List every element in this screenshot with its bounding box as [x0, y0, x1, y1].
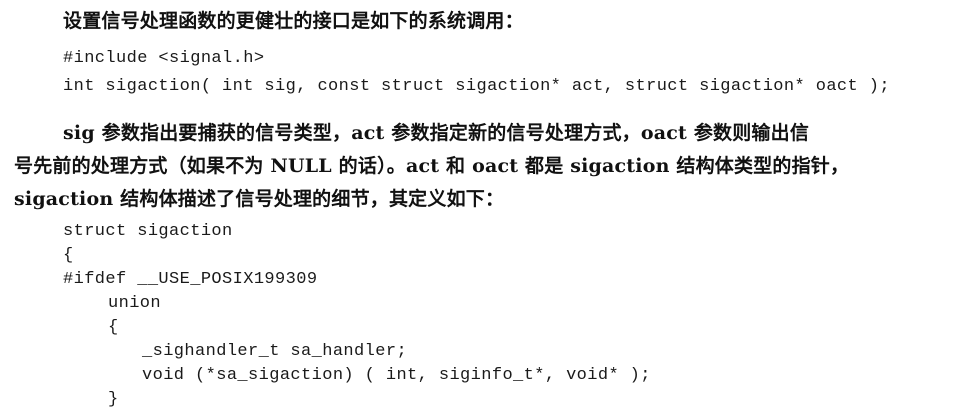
code-struct-decl: struct sigaction [63, 222, 233, 241]
document-page: 设置信号处理函数的更健壮的接口是如下的系统调用： #include <signa… [0, 0, 969, 416]
code-union-open-brace: { [108, 318, 119, 337]
code-sa-sigaction: void (*sa_sigaction) ( int, siginfo_t*, … [142, 366, 651, 385]
intro-paragraph: 设置信号处理函数的更健壮的接口是如下的系统调用： [63, 10, 524, 32]
code-sa-handler: _sighandler_t sa_handler; [142, 342, 408, 361]
description-line-3: sigaction 结构体描述了信号处理的细节，其定义如下： [14, 188, 505, 210]
code-ifdef: #ifdef __USE_POSIX199309 [63, 270, 318, 289]
description-line-1: sig 参数指出要捕获的信号类型，act 参数指定新的信号处理方式，oact 参… [63, 122, 810, 144]
code-open-brace: { [63, 246, 74, 265]
code-sigaction-prototype: int sigaction( int sig, const struct sig… [63, 77, 890, 96]
code-union-close-brace: } [108, 390, 119, 409]
description-line-2: 号先前的处理方式（如果不为 NULL 的话）。act 和 oact 都是 sig… [14, 155, 850, 177]
code-union: union [108, 294, 162, 313]
code-include-line: #include <signal.h> [63, 49, 265, 68]
